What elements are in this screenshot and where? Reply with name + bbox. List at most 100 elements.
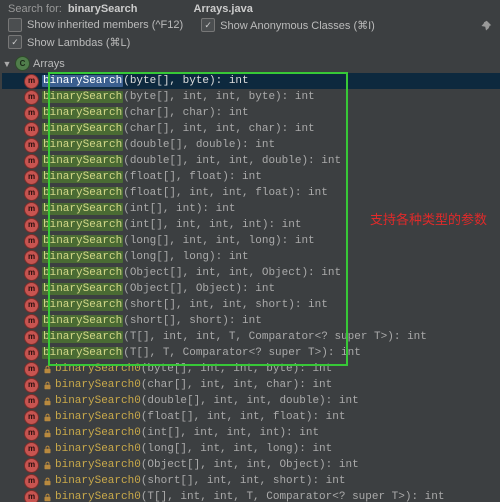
method-name: binarySearch0	[55, 459, 141, 471]
lock-icon	[42, 444, 52, 454]
method-name: binarySearch0	[55, 379, 141, 391]
checkbox-box: ✓	[8, 35, 22, 49]
checkbox-inherited[interactable]: Show inherited members (^F12)	[8, 18, 183, 32]
method-params: (byte[], int, int, byte): int	[123, 91, 314, 103]
method-row[interactable]: mbinarySearch0(long[], int, int, long): …	[2, 441, 500, 457]
method-params: (float[], float): int	[123, 171, 262, 183]
method-params: (byte[], int, int, byte): int	[141, 363, 332, 375]
method-row[interactable]: m binarySearch0(float[], int, int, float)…	[2, 409, 500, 425]
class-icon: C	[15, 56, 30, 71]
method-params: (int[], int): int	[123, 203, 235, 215]
file-name: Arrays.java	[194, 3, 253, 15]
method-signature: binarySearch0(byte[], int, int, byte): i…	[55, 363, 332, 375]
class-name: Arrays	[33, 58, 65, 70]
method-signature: binarySearch(char[], int, int, char): in…	[42, 123, 315, 135]
method-row[interactable]: mbinarySearch(long[], int, int, long): i…	[2, 233, 500, 249]
method-icon: m	[24, 218, 39, 233]
class-row[interactable]: ▼ C Arrays	[2, 55, 500, 73]
method-row[interactable]: mbinarySearch(Object[], Object): int	[2, 281, 500, 297]
method-row[interactable]: mbinarySearch(T[], T, Comparator<? super…	[2, 345, 500, 361]
method-name: binarySearch	[42, 123, 123, 135]
method-signature: binarySearch0(Object[], int, int, Object…	[55, 459, 359, 471]
method-row[interactable]: mbinarySearch0(T[], int, int, T, Compara…	[2, 489, 500, 502]
method-row[interactable]: mbinarySearch(short[], short): int	[2, 313, 500, 329]
method-params: (double[], int, int, double): int	[141, 395, 359, 407]
method-params: (double[], int, int, double): int	[123, 155, 341, 167]
method-name: binarySearch	[42, 75, 123, 87]
method-icon: m	[24, 90, 39, 105]
method-icon: m	[24, 346, 39, 361]
method-name: binarySearch	[42, 219, 123, 231]
method-name: binarySearch	[42, 155, 123, 167]
method-params: (Object[], int, int, Object): int	[123, 267, 341, 279]
method-row[interactable]: m binarySearch0(int[], int, int, int): in…	[2, 425, 500, 441]
method-row[interactable]: mbinarySearch(short[], int, int, short):…	[2, 297, 500, 313]
method-name: binarySearch0	[55, 491, 141, 502]
method-icon: m	[24, 458, 39, 473]
method-signature: binarySearch(Object[], Object): int	[42, 283, 275, 295]
method-row[interactable]: mbinarySearch(char[], char): int	[2, 105, 500, 121]
method-name: binarySearch	[42, 251, 123, 263]
method-row[interactable]: mbinarySearch(double[], double): int	[2, 137, 500, 153]
method-row[interactable]: mbinarySearch(float[], int, int, float):…	[2, 185, 500, 201]
method-icon: m	[24, 202, 39, 217]
method-name: binarySearch	[42, 171, 123, 183]
checkbox-box: ✓	[201, 18, 215, 32]
method-row[interactable]: mbinarySearch(long[], long): int	[2, 249, 500, 265]
method-icon: m	[24, 394, 39, 409]
lock-icon	[42, 412, 52, 422]
method-signature: binarySearch(T[], int, int, T, Comparato…	[42, 331, 427, 343]
method-icon: m	[24, 426, 39, 441]
method-signature: binarySearch(double[], double): int	[42, 139, 275, 151]
expand-arrow-icon[interactable]: ▼	[2, 59, 12, 69]
method-icon: m	[24, 234, 39, 249]
checkbox-lambdas[interactable]: ✓ Show Lambdas (⌘L)	[8, 35, 130, 49]
method-params: (T[], int, int, T, Comparator<? super T>…	[123, 331, 427, 343]
method-icon: m	[24, 378, 39, 393]
method-icon: m	[24, 282, 39, 297]
method-row[interactable]: mbinarySearch(char[], int, int, char): i…	[2, 121, 500, 137]
annotation-text: 支持各种类型的参数	[370, 209, 487, 228]
checkbox-anonymous[interactable]: ✓ Show Anonymous Classes (⌘I)	[201, 18, 375, 32]
method-name: binarySearch	[42, 267, 123, 279]
method-row[interactable]: mbinarySearch(byte[], byte): int	[2, 73, 500, 89]
method-row[interactable]: mbinarySearch0(short[], int, int, short)…	[2, 473, 500, 489]
method-row[interactable]: mbinarySearch(Object[], int, int, Object…	[2, 265, 500, 281]
method-icon: m	[24, 330, 39, 345]
method-name: binarySearch	[42, 235, 123, 247]
method-icon: m	[24, 74, 39, 89]
method-row[interactable]: m binarySearch0(Object[], int, int, Objec…	[2, 457, 500, 473]
method-row[interactable]: mbinarySearch(T[], int, int, T, Comparat…	[2, 329, 500, 345]
method-row[interactable]: mbinarySearch(byte[], int, int, byte): i…	[2, 89, 500, 105]
lock-icon	[42, 364, 52, 374]
method-signature: binarySearch0(float[], int, int, float):…	[55, 411, 345, 423]
method-signature: binarySearch(int[], int): int	[42, 203, 235, 215]
method-signature: binarySearch(float[], int, int, float): …	[42, 187, 328, 199]
method-row[interactable]: mbinarySearch0(byte[], int, int, byte): …	[2, 361, 500, 377]
method-params: (char[], char): int	[123, 107, 248, 119]
lock-icon	[42, 476, 52, 486]
search-label: Search for:	[8, 3, 62, 15]
method-signature: binarySearch(double[], int, int, double)…	[42, 155, 341, 167]
method-signature: binarySearch(int[], int, int, int): int	[42, 219, 301, 231]
method-signature: binarySearch0(T[], int, int, T, Comparat…	[55, 491, 444, 502]
method-name: binarySearch	[42, 139, 123, 151]
method-signature: binarySearch(long[], long): int	[42, 251, 249, 263]
method-icon: m	[24, 122, 39, 137]
search-header: Search for: binarySearch Arrays.java	[0, 0, 500, 17]
method-params: (long[], int, int, long): int	[141, 443, 332, 455]
method-params: (float[], int, int, float): int	[123, 187, 328, 199]
method-row[interactable]: mbinarySearch(float[], float): int	[2, 169, 500, 185]
method-icon: m	[24, 410, 39, 425]
method-icon: m	[24, 314, 39, 329]
method-params: (int[], int, int, int): int	[141, 427, 319, 439]
method-row[interactable]: mbinarySearch0(char[], int, int, char): …	[2, 377, 500, 393]
method-row[interactable]: mbinarySearch(double[], int, int, double…	[2, 153, 500, 169]
method-row[interactable]: mbinarySearch0(double[], int, int, doubl…	[2, 393, 500, 409]
pin-icon[interactable]	[480, 20, 492, 35]
method-name: binarySearch0	[55, 427, 141, 439]
checkbox-label: Show Lambdas (⌘L)	[27, 36, 130, 49]
lock-icon	[42, 428, 52, 438]
checkbox-box	[8, 18, 22, 32]
method-name: binarySearch	[42, 91, 123, 103]
